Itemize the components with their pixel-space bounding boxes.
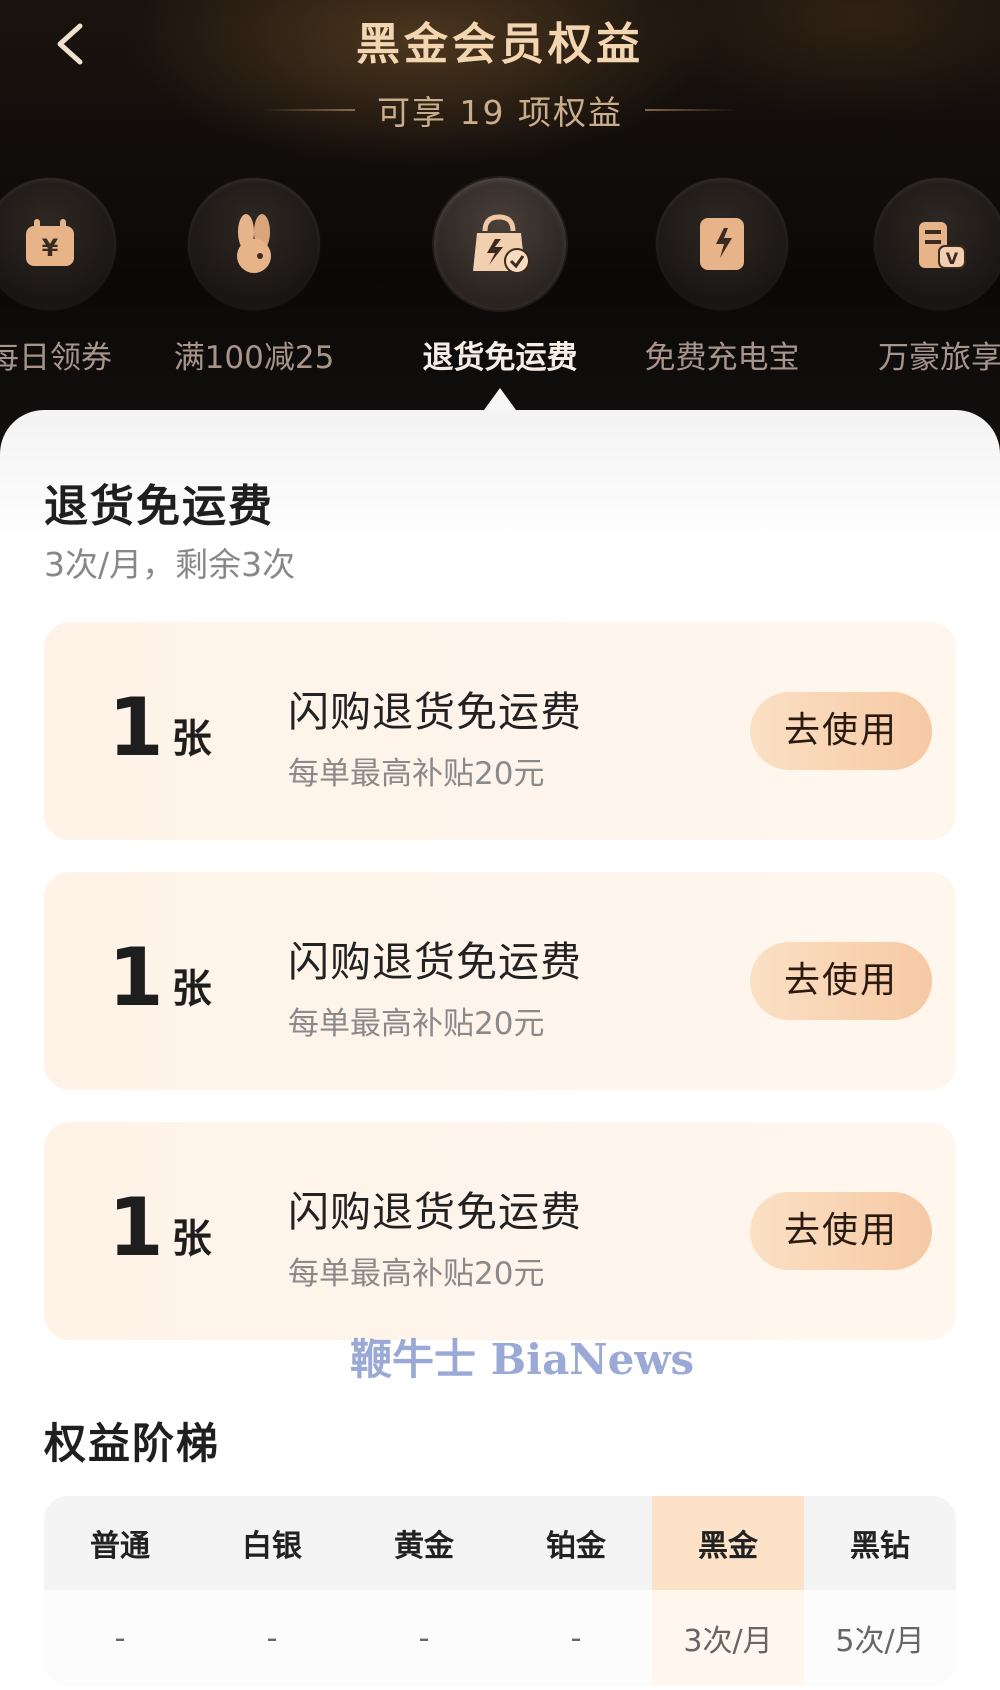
voucher-description: 每单最高补贴20元 (288, 1006, 545, 1042)
use-button[interactable]: 去使用 (750, 942, 932, 1020)
tab-icon-circle (434, 178, 566, 310)
voucher-count-unit: 张 (171, 966, 212, 1012)
section-subtitle: 3次/月，剩余3次 (44, 545, 296, 584)
voucher-count-unit: 张 (171, 1216, 212, 1262)
page-title: 黑金会员权益 (356, 19, 644, 70)
voucher-count: 1 张 (108, 1188, 212, 1268)
voucher-card: 1 张 闪购退货免运费 每单最高补贴20元 去使用 (44, 622, 956, 840)
divider-left (263, 109, 355, 111)
benefit-count-row: 可享 19 项权益 (0, 84, 1000, 136)
tab-daily-coupon[interactable]: ¥ 每日领券 (0, 178, 162, 377)
voucher-description: 每单最高补贴20元 (288, 756, 545, 792)
use-button[interactable]: 去使用 (750, 1192, 932, 1270)
voucher-name: 闪购退货免运费 (288, 688, 582, 736)
tab-label: 万豪旅享 (878, 340, 1000, 376)
value-black-gold: 3次/月 (652, 1590, 804, 1686)
rabbit-icon (237, 214, 271, 273)
voucher-count-number: 1 (108, 1181, 164, 1274)
value-platinum: - (570, 1620, 582, 1656)
benefit-tabs: ¥ 每日领券 满100减25 退货免运费 免费充电宝 V 万豪旅享 (0, 178, 1000, 378)
level-normal: 普通 (90, 1529, 150, 1564)
voucher-card: 1 张 闪购退货免运费 每单最高补贴20元 去使用 (44, 1122, 956, 1340)
level-gold: 黄金 (394, 1529, 454, 1564)
voucher-name: 闪购退货免运费 (288, 938, 582, 986)
tab-discount[interactable]: 满100减25 (142, 178, 366, 377)
ladder-value-row: - - - - 3次/月 5次/月 (44, 1590, 956, 1686)
voucher-count-number: 1 (108, 681, 164, 774)
level-black-diamond: 黑钻 (850, 1529, 910, 1564)
value-black-diamond: 5次/月 (835, 1624, 925, 1659)
coupon-icon: ¥ (26, 219, 74, 266)
return-bag-icon (473, 214, 530, 274)
voucher-count: 1 张 (108, 688, 212, 768)
benefit-ladder-table: 普通 白银 黄金 铂金 黑金 黑钻 - - - - 3次/月 5次/月 (44, 1496, 956, 1686)
ladder-title: 权益阶梯 (44, 1419, 221, 1468)
tab-label: 退货免运费 (422, 340, 578, 376)
tab-icon-circle (656, 178, 788, 310)
tab-label: 免费充电宝 (644, 340, 800, 376)
tab-icon-circle (188, 178, 320, 310)
divider-right (644, 109, 737, 111)
voucher-card: 1 张 闪购退货免运费 每单最高补贴20元 去使用 (44, 872, 956, 1090)
tab-label: 满100减25 (173, 340, 335, 376)
tab-icon-circle: ¥ (0, 178, 116, 310)
benefit-count: 可享 19 项权益 (377, 93, 623, 132)
value-normal: - (114, 1620, 126, 1656)
tab-power-bank[interactable]: 免费充电宝 (610, 178, 834, 377)
power-bank-icon (700, 218, 744, 270)
use-button[interactable]: 去使用 (750, 692, 932, 770)
tab-free-return[interactable]: 退货免运费 (388, 178, 612, 377)
level-platinum: 铂金 (546, 1529, 606, 1564)
tab-icon-circle: V (874, 178, 1000, 310)
watermark: 鞭牛士 BiaNews (350, 1335, 695, 1384)
voucher-name: 闪购退货免运费 (288, 1188, 582, 1236)
active-tab-pointer (484, 388, 516, 410)
level-silver: 白银 (242, 1529, 302, 1564)
ladder-header-row: 普通 白银 黄金 铂金 黑金 黑钻 (44, 1496, 956, 1590)
voucher-count-number: 1 (108, 931, 164, 1024)
svg-text:¥: ¥ (42, 234, 59, 262)
value-gold: - (418, 1620, 430, 1656)
level-black-gold: 黑金 (652, 1496, 804, 1590)
section-title: 退货免运费 (44, 481, 274, 532)
value-silver: - (266, 1620, 278, 1656)
tab-label: 每日领券 (0, 340, 112, 376)
tab-marriott[interactable]: V 万豪旅享 (828, 178, 1000, 377)
voucher-description: 每单最高补贴20元 (288, 1256, 545, 1292)
svg-text:V: V (946, 249, 959, 268)
hotel-icon: V (919, 222, 966, 269)
voucher-count-unit: 张 (171, 716, 212, 762)
voucher-count: 1 张 (108, 938, 212, 1018)
